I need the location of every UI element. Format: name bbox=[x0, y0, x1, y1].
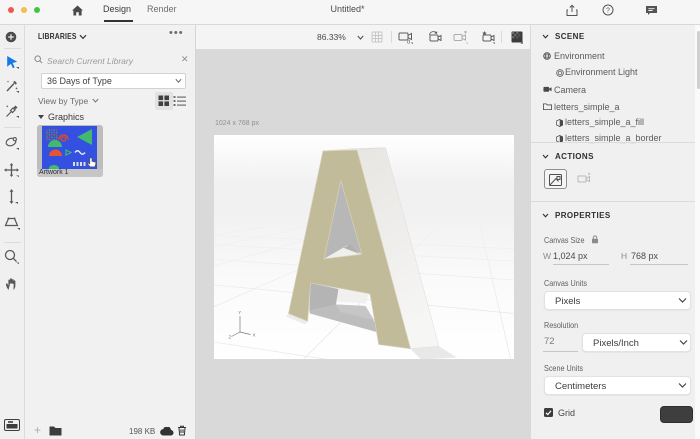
svg-text:X: X bbox=[253, 333, 256, 338]
svg-text:Y: Y bbox=[238, 310, 241, 315]
svg-text:?: ? bbox=[606, 7, 610, 14]
svg-text:Z: Z bbox=[229, 335, 232, 340]
svg-text:d: d bbox=[407, 40, 410, 45]
